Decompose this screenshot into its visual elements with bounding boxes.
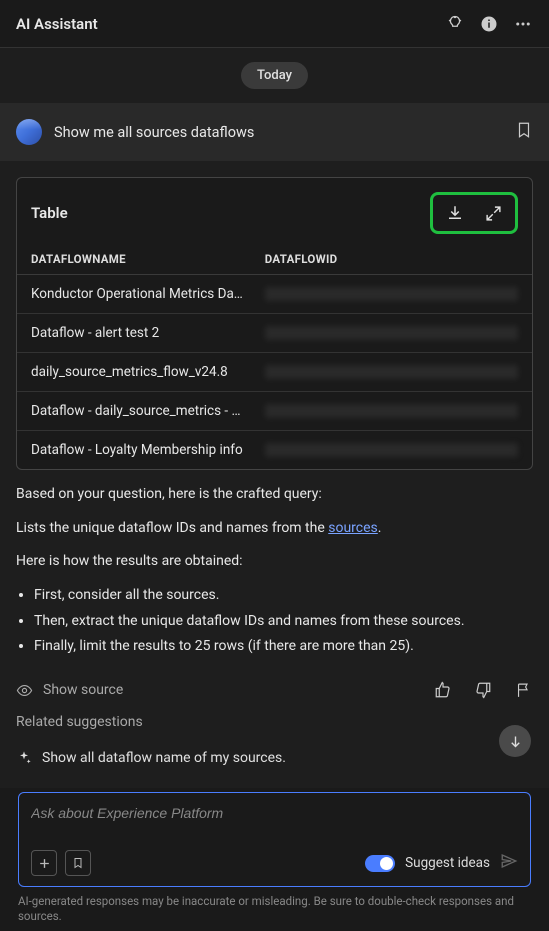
explain-step: Then, extract the unique dataflow IDs an… (34, 611, 533, 633)
scroll-down-button[interactable] (499, 725, 531, 757)
related-suggestions: Related suggestions Show all dataflow na… (16, 714, 533, 772)
column-dataflowname: DATAFLOWNAME (31, 252, 265, 266)
explain-summary: Lists the unique dataflow IDs and names … (16, 518, 533, 540)
header-actions (445, 14, 533, 34)
date-pill: Today (241, 62, 308, 89)
explain-intro: Based on your question, here is the craf… (16, 484, 533, 506)
table-row[interactable]: daily_source_metrics_flow_v24.8 (17, 353, 532, 392)
table-columns-header: DATAFLOWNAME DATAFLOWID (17, 244, 532, 275)
feedback-buttons (433, 680, 533, 700)
show-source-button[interactable]: Show source (16, 682, 123, 699)
sparkle-icon (16, 750, 32, 766)
more-icon[interactable] (513, 14, 533, 34)
suggest-ideas-label: Suggest ideas (405, 855, 490, 871)
related-title: Related suggestions (16, 714, 533, 730)
explain-steps: First, consider all the sources. Then, e… (16, 585, 533, 658)
eye-icon (16, 682, 33, 699)
table-row[interactable]: Dataflow - daily_source_metrics - … (17, 392, 532, 431)
suggestion-text: Show all dataflow name of my sources. (42, 750, 286, 766)
explain-how-title: Here is how the results are obtained: (16, 551, 533, 573)
app-title: AI Assistant (16, 15, 98, 33)
explain-step: Finally, limit the results to 25 rows (i… (34, 636, 533, 658)
disclaimer-text: AI-generated responses may be inaccurate… (18, 894, 531, 925)
expand-icon[interactable] (483, 203, 503, 223)
cell-id-redacted (265, 404, 518, 418)
app-header: AI Assistant (0, 0, 549, 48)
bookmark-icon[interactable] (515, 120, 533, 144)
sources-link[interactable]: sources (328, 520, 378, 536)
table-row[interactable]: Dataflow - Loyalty Membership info (17, 431, 532, 469)
cell-name: Konductor Operational Metrics Da… (31, 286, 265, 302)
cell-name: Dataflow - daily_source_metrics - … (31, 403, 265, 419)
chat-input-container: Suggest ideas (18, 792, 531, 887)
column-dataflowid: DATAFLOWID (265, 252, 518, 266)
cell-name: daily_source_metrics_flow_v24.8 (31, 364, 265, 380)
ai-response: Table DATAFLOWNAME DATAFLOWID Konductor … (0, 161, 549, 788)
info-icon[interactable] (479, 14, 499, 34)
tips-icon[interactable] (445, 14, 465, 34)
user-message-text: Show me all sources dataflows (54, 124, 503, 141)
cell-name: Dataflow - alert test 2 (31, 325, 265, 341)
show-source-label: Show source (43, 682, 123, 698)
suggest-ideas-toggle[interactable] (365, 855, 395, 872)
cell-id-redacted (265, 326, 518, 340)
flag-icon[interactable] (513, 680, 533, 700)
chat-input[interactable] (31, 805, 518, 821)
table-actions-highlight (430, 192, 518, 234)
add-button[interactable] (31, 850, 57, 876)
explain-step: First, consider all the sources. (34, 585, 533, 607)
send-icon[interactable] (500, 852, 518, 874)
table-row[interactable]: Dataflow - alert test 2 (17, 314, 532, 353)
thumbs-down-icon[interactable] (473, 680, 493, 700)
bookmark-input-button[interactable] (65, 850, 91, 876)
table-row[interactable]: Konductor Operational Metrics Da… (17, 275, 532, 314)
explanation-text: Based on your question, here is the craf… (16, 484, 533, 658)
suggestion-item[interactable]: Show all dataflow name of my sources. (16, 744, 533, 772)
user-message-row: Show me all sources dataflows (0, 103, 549, 161)
table-title: Table (31, 204, 68, 222)
arrow-down-icon (508, 734, 523, 749)
download-icon[interactable] (445, 203, 465, 223)
response-actions: Show source (16, 662, 533, 714)
cell-id-redacted (265, 287, 518, 301)
cell-id-redacted (265, 443, 518, 457)
result-table-card: Table DATAFLOWNAME DATAFLOWID Konductor … (16, 177, 533, 470)
thumbs-up-icon[interactable] (433, 680, 453, 700)
cell-name: Dataflow - Loyalty Membership info (31, 442, 265, 458)
user-avatar (16, 119, 42, 145)
cell-id-redacted (265, 365, 518, 379)
date-separator: Today (0, 48, 549, 103)
